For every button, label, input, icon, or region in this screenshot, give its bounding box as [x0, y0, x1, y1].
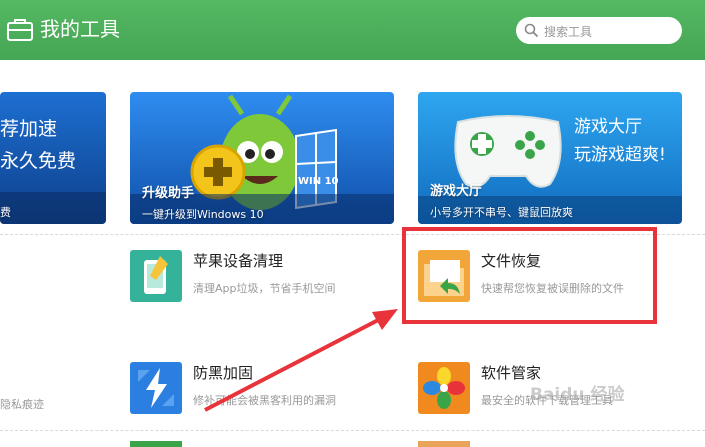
- software-manager-icon: [418, 362, 470, 414]
- header-bar: 我的工具: [0, 0, 705, 60]
- tool-apple-cleanup[interactable]: 苹果设备清理 清理App垃圾，节省手机空间: [130, 250, 360, 304]
- next-row-icon-green: [130, 441, 182, 447]
- toolbox-icon: [7, 19, 33, 41]
- banner-upgrade-assistant[interactable]: WIN 10 升级助手 一键升级到Windows 10: [130, 92, 394, 224]
- banner-slogan-line1: 荐加速: [0, 118, 58, 140]
- tool-name: 苹果设备清理: [193, 252, 284, 270]
- tool-description: 修补可能会被黑客利用的漏洞: [193, 394, 336, 407]
- banner-game-hall[interactable]: 游戏大厅 玩游戏超爽! 游戏大厅 小号多开不串号、键鼠回放爽: [418, 92, 682, 224]
- tool-anti-hack[interactable]: 防黑加固 修补可能会被黑客利用的漏洞: [130, 362, 360, 416]
- phone-clean-icon: [130, 250, 182, 302]
- next-row-icon-orange: [418, 441, 470, 447]
- search-box[interactable]: [516, 17, 682, 44]
- banner-acceleration[interactable]: 荐加速 永久免费 费: [0, 92, 106, 224]
- banner-title: 游戏大厅: [430, 184, 483, 199]
- banner-subtitle: 小号多开不串号、键鼠回放爽: [430, 206, 573, 219]
- win10-badge: WIN 10: [298, 176, 339, 187]
- row-divider: [0, 430, 705, 431]
- banner-slogan-line2: 玩游戏超爽!: [574, 145, 666, 165]
- banner-upgrade-bg: [130, 92, 394, 224]
- banner-subtitle: 费: [0, 206, 11, 219]
- page-title: 我的工具: [40, 17, 120, 41]
- annotation-highlight-box: [402, 227, 657, 324]
- tool-name: 防黑加固: [193, 364, 254, 382]
- watermark: Baidu 经验: [530, 385, 625, 405]
- search-input[interactable]: [542, 20, 676, 43]
- banner-title: 升级助手: [142, 186, 195, 201]
- banner-slogan-line1: 游戏大厅: [574, 117, 642, 137]
- lightning-shield-icon: [130, 362, 182, 414]
- search-icon[interactable]: [524, 23, 539, 38]
- banner-slogan-line2: 永久免费: [0, 150, 77, 172]
- banner-subtitle: 一键升级到Windows 10: [142, 208, 264, 221]
- tool-description: 清理App垃圾，节省手机空间: [193, 282, 336, 295]
- partial-tool-description: 隐私痕迹: [0, 398, 44, 411]
